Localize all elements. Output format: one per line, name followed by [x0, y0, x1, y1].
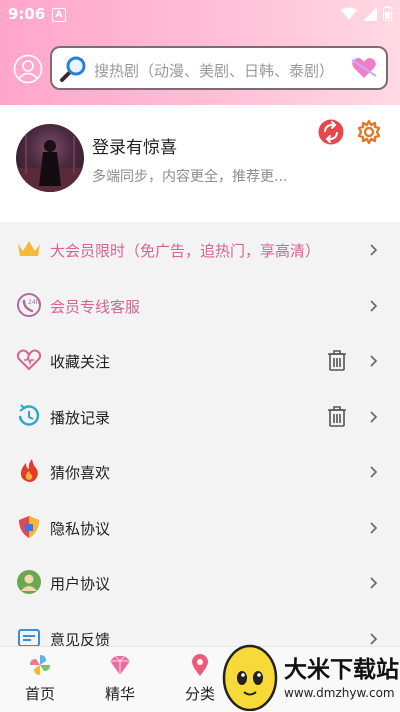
- menu-item-label: 播放记录: [50, 408, 111, 427]
- magnifier-icon: [60, 56, 86, 82]
- watermark-title: 大米下载站: [284, 657, 399, 683]
- user-badge-icon: [17, 570, 41, 594]
- cupid-heart-icon[interactable]: [350, 54, 378, 82]
- avatar-figure-icon: [16, 134, 84, 192]
- crown-icon: [18, 241, 40, 256]
- gear-icon[interactable]: [356, 119, 382, 145]
- chevron-right-icon: [370, 466, 378, 478]
- menu-item-label: 收藏关注: [50, 353, 111, 371]
- chevron-right-icon: [370, 355, 378, 367]
- watermark: 大米下载站 www.dmzhyw.com: [218, 638, 400, 711]
- status-bar: 9:06 A: [0, 0, 400, 30]
- menu-item-label: 用户协议: [50, 575, 111, 593]
- chevron-right-icon: [370, 410, 378, 423]
- profile-avatar[interactable]: [16, 124, 84, 192]
- tab-label: 精华: [104, 685, 135, 703]
- history-icon: [18, 403, 40, 426]
- menu-item-history[interactable]: 播放记录: [0, 389, 400, 445]
- pinwheel-icon: [30, 655, 50, 675]
- trash-icon[interactable]: [327, 350, 347, 371]
- trash-icon[interactable]: [327, 405, 347, 427]
- shield-icon: [19, 515, 39, 538]
- battery-icon: [383, 6, 392, 21]
- sync-icon[interactable]: [318, 119, 344, 145]
- menu-item-label: 猜你喜欢: [50, 464, 111, 482]
- chevron-right-icon: [370, 244, 378, 256]
- svg-text:24h: 24h: [28, 299, 40, 306]
- menu-item-label: 大会员限时（免广告，追热门，享高清）: [50, 242, 321, 260]
- fire-icon: [20, 459, 38, 482]
- login-title[interactable]: 登录有惊喜: [92, 133, 177, 158]
- menu-list: 大会员限时（免广告，追热门，享高清） 24h 会员专线客服 收藏关注 播放记录: [0, 222, 400, 666]
- search-bar[interactable]: 搜热剧（动漫、美剧、日韩、泰剧）: [50, 46, 388, 90]
- header: 9:06 A 搜热剧（动漫、美剧、日韩、泰剧）: [0, 0, 400, 105]
- chevron-right-icon: [370, 577, 378, 589]
- phone-24h-icon: 24h: [17, 292, 41, 317]
- signal-icon: [363, 6, 377, 21]
- menu-item-vip[interactable]: 大会员限时（免广告，追热门，享高清）: [0, 222, 400, 278]
- chevron-right-icon: [370, 521, 378, 534]
- tab-label: 首页: [24, 685, 55, 703]
- diamond-icon: [110, 655, 130, 675]
- heart-outline-icon: [16, 349, 42, 371]
- status-icons: [341, 6, 392, 21]
- profile-card[interactable]: 登录有惊喜 多端同步，内容更全，推荐更...: [0, 105, 400, 222]
- menu-item-label: 会员专线客服: [50, 297, 141, 316]
- menu-item-favorites[interactable]: 收藏关注: [0, 333, 400, 389]
- rice-mascot-icon: [222, 644, 278, 711]
- chevron-right-icon: [370, 299, 378, 312]
- tab-home[interactable]: 首页: [10, 647, 70, 707]
- menu-item-recommend[interactable]: 猜你喜欢: [0, 444, 400, 500]
- location-pin-icon: [192, 654, 208, 676]
- menu-item-user-agreement[interactable]: 用户协议: [0, 555, 400, 611]
- menu-item-label: 隐私协议: [50, 519, 111, 538]
- status-time: 9:06: [8, 5, 46, 23]
- tab-featured[interactable]: 精华: [90, 647, 150, 707]
- menu-item-vip-service[interactable]: 24h 会员专线客服: [0, 278, 400, 334]
- menu-item-privacy[interactable]: 隐私协议: [0, 500, 400, 556]
- login-subtitle: 多端同步，内容更全，推荐更...: [92, 169, 288, 185]
- user-avatar-icon[interactable]: [13, 54, 43, 84]
- watermark-url: www.dmzhyw.com: [284, 686, 395, 700]
- wifi-icon: [341, 7, 357, 20]
- search-placeholder[interactable]: 搜热剧（动漫、美剧、日韩、泰剧）: [94, 60, 334, 81]
- notification-a-icon: A: [52, 8, 66, 22]
